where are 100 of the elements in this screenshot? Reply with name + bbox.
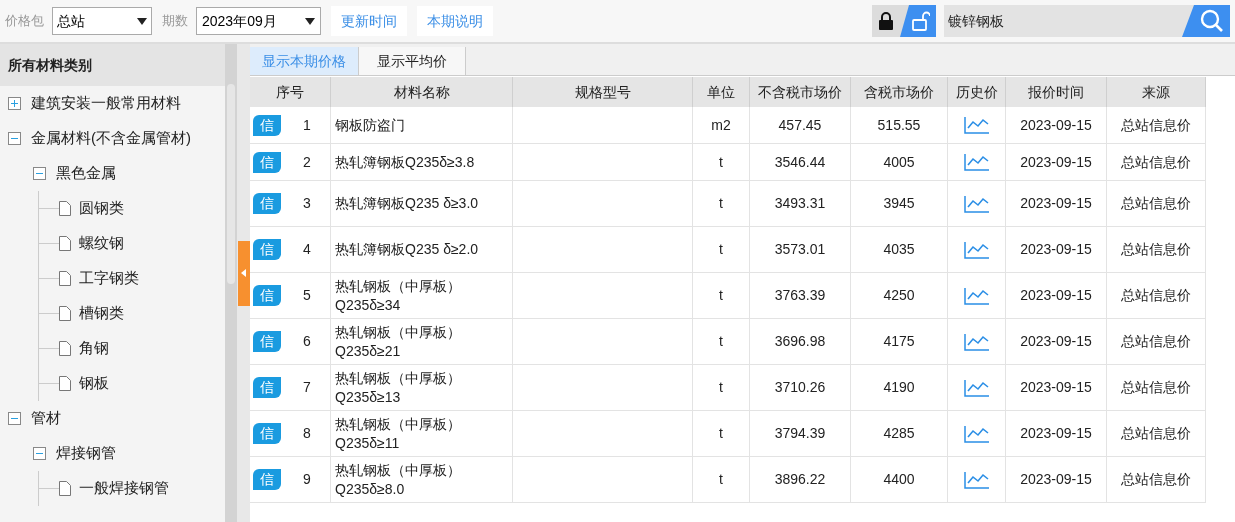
collapse-icon[interactable] (33, 447, 46, 460)
collapse-icon[interactable] (8, 132, 21, 145)
line-chart-icon[interactable] (963, 153, 990, 171)
row-number: 3 (303, 194, 311, 213)
line-chart-icon[interactable] (963, 116, 990, 134)
unlock-icon (912, 11, 930, 31)
expand-icon[interactable] (8, 97, 21, 110)
price-cell-text: 3896.22 (774, 470, 826, 489)
tree-item-label[interactable]: 建筑安装一般常用材料 (31, 92, 181, 115)
source-cell-text: 总站信息价 (1121, 424, 1191, 443)
collapse-icon[interactable] (33, 167, 46, 180)
tax-price-cell-text: 4285 (883, 424, 915, 443)
column-header: 序号 (250, 77, 331, 107)
tree-item-label[interactable]: 螺纹钢 (79, 232, 124, 255)
toolbar-button[interactable]: 更新时间 (331, 6, 407, 36)
line-chart-icon[interactable] (963, 470, 990, 489)
price-cell-text: 3573.01 (774, 240, 826, 259)
column-header: 含税市场价 (851, 77, 948, 107)
price-cell-text: 3493.31 (774, 194, 826, 213)
column-header: 材料名称 (331, 77, 513, 107)
material-name: 热轧钢板（中厚板）Q235δ≥34 (335, 276, 462, 315)
info-badge: 信 (253, 151, 281, 173)
line-chart-icon[interactable] (963, 424, 990, 443)
unit-cell-text: t (719, 240, 723, 259)
tree-item-label[interactable]: 圆钢类 (79, 197, 124, 220)
info-badge: 信 (253, 114, 281, 136)
search-input[interactable]: 镀锌钢板 (948, 10, 1148, 32)
period-label: 期数 (162, 12, 188, 31)
column-header: 规格型号 (513, 77, 693, 107)
unit-cell-text: t (719, 424, 723, 443)
tree-item-label[interactable]: 焊接钢管 (56, 442, 116, 465)
date-cell-text: 2023-09-15 (1020, 424, 1092, 443)
period-select[interactable]: 2023年09月 (196, 7, 321, 35)
source-cell-text: 总站信息价 (1121, 332, 1191, 351)
info-badge: 信 (253, 193, 281, 214)
column-header: 来源 (1107, 77, 1206, 107)
sidebar-title: 所有材料类别 (0, 44, 225, 86)
info-badge: 信 (253, 285, 281, 306)
line-chart-icon[interactable] (963, 194, 990, 213)
column-header: 历史价 (948, 77, 1006, 107)
unit-cell-text: t (719, 286, 723, 305)
tree-item-label[interactable]: 钢板 (79, 372, 109, 395)
tree-item-label[interactable]: 角钢 (79, 337, 109, 360)
row-number: 5 (303, 286, 311, 305)
source-cell-text: 总站信息价 (1121, 194, 1191, 213)
tree-item-label[interactable]: 管材 (31, 407, 61, 430)
info-badge: 信 (253, 239, 281, 260)
lock-icon (878, 11, 894, 31)
tree-item-label[interactable]: 黑色金属 (56, 162, 116, 185)
collapse-handle[interactable] (237, 240, 250, 306)
source-cell-text: 总站信息价 (1121, 470, 1191, 489)
material-name: 热轧钢板（中厚板）Q235δ≥11 (335, 414, 462, 453)
tax-price-cell-text: 3945 (883, 194, 915, 213)
tree-item-label[interactable]: 一般焊接钢管 (79, 477, 169, 500)
unit-cell-text: t (719, 152, 723, 172)
document-icon (59, 236, 71, 251)
tax-price-cell-text: 4250 (883, 286, 915, 305)
column-header: 报价时间 (1006, 77, 1107, 107)
source-cell-text: 总站信息价 (1121, 378, 1191, 397)
line-chart-icon[interactable] (963, 378, 990, 397)
date-cell-text: 2023-09-15 (1020, 194, 1092, 213)
price-cell-text: 3763.39 (774, 286, 826, 305)
row-number: 7 (303, 378, 311, 397)
date-cell-text: 2023-09-15 (1020, 152, 1092, 172)
info-badge: 信 (253, 331, 281, 352)
search-icon (1200, 9, 1224, 33)
line-chart-icon[interactable] (963, 286, 990, 305)
date-cell-text: 2023-09-15 (1020, 115, 1092, 135)
tax-price-cell-text: 515.55 (877, 115, 921, 135)
package-label: 价格包 (5, 12, 44, 31)
price-cell-text: 3710.26 (774, 378, 826, 397)
document-icon (59, 271, 71, 286)
document-icon (59, 341, 71, 356)
column-header: 单位 (693, 77, 750, 107)
line-chart-icon[interactable] (963, 240, 990, 259)
package-select[interactable]: 总站 (52, 7, 152, 35)
toolbar-button[interactable]: 本期说明 (417, 6, 493, 36)
tree-item-label[interactable]: 工字钢类 (79, 267, 139, 290)
sidebar-scrollbar[interactable] (225, 44, 237, 522)
source-cell-text: 总站信息价 (1121, 152, 1191, 172)
tax-price-cell-text: 4005 (883, 152, 915, 172)
collapse-icon[interactable] (8, 412, 21, 425)
document-icon (59, 306, 71, 321)
tree-item-label[interactable]: 槽钢类 (79, 302, 124, 325)
line-chart-icon[interactable] (963, 332, 990, 351)
tax-price-cell-text: 4400 (883, 470, 915, 489)
tax-price-cell-text: 4175 (883, 332, 915, 351)
row-number: 2 (303, 152, 311, 172)
info-badge: 信 (253, 423, 281, 444)
dropdown-caret-icon (305, 17, 315, 25)
info-badge: 信 (253, 469, 281, 490)
dropdown-caret-icon (137, 17, 147, 25)
tree-item-label[interactable]: 金属材料(不含金属管材) (31, 127, 191, 150)
material-name: 热轧钢板（中厚板）Q235δ≥21 (335, 322, 462, 361)
row-number: 1 (303, 115, 311, 135)
price-cell-text: 3794.39 (774, 424, 826, 443)
price-tab[interactable]: 显示平均价 (359, 47, 466, 75)
unit-cell-text: t (719, 378, 723, 397)
row-number: 8 (303, 424, 311, 443)
search-field[interactable]: 镀锌钢板 (944, 5, 1194, 37)
